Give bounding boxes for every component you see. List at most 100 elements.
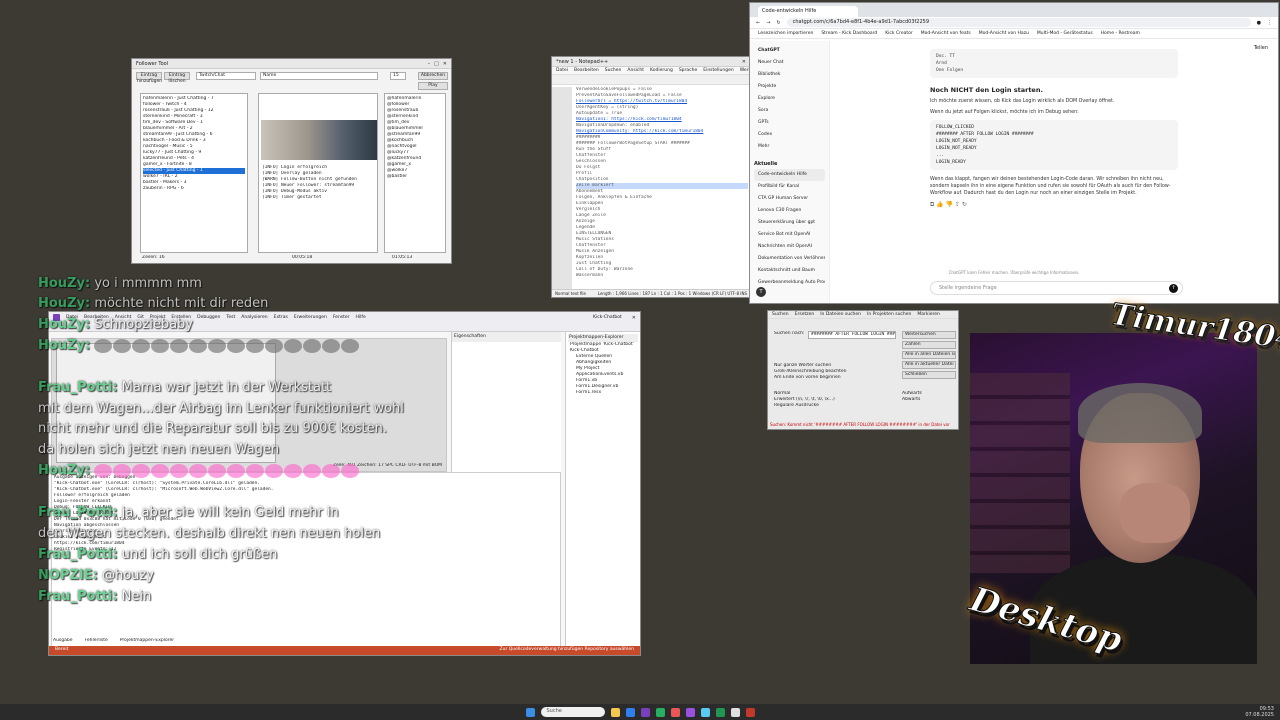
notepad-titlebar[interactable]: *new 1 - Notepad++ ✕ [552,57,750,67]
menu-item[interactable]: Bearbeiten [574,68,599,73]
recent-chat-item[interactable]: Profilbild für Kanal [754,181,825,193]
system-clock[interactable]: 09:53 07.08.2025 [1245,706,1274,718]
url-input[interactable]: chatgpt.com/c/6a7bd4-e8f1-4b4e-a9d1-7abc… [786,18,1251,27]
notepad-window[interactable]: *new 1 - Notepad++ ✕ Datei Bearbeiten Such… [551,56,751,298]
explorer-icon[interactable] [610,707,620,717]
app-icon[interactable] [685,707,695,717]
bookmark-item[interactable]: Multi-Mod - Gerätestatus [1037,31,1093,36]
dialog-button[interactable]: Zählen [902,341,956,349]
channel-input[interactable]: Twitch/Chat [196,72,256,80]
add-entry-button[interactable]: Eintrag hinzufügen [136,72,162,84]
obs-icon[interactable] [670,707,680,717]
dialog-button[interactable]: Weitersuchen [902,331,956,339]
bottom-tab[interactable]: Fehlerliste [85,638,108,644]
browser-tabstrip[interactable]: Code-entwickeln Hilfe [750,3,1278,17]
maximize-icon[interactable]: □ [434,61,439,67]
sidebar-item[interactable]: Neuer Chat [754,57,825,69]
follower-tool-titlebar[interactable]: Follower Tool – □ ✕ [132,59,451,69]
search-input[interactable]: ######## AFTER FOLLOW LOGIN ######## [808,331,896,339]
menu-item[interactable]: Einstellungen [703,68,734,73]
menu-item[interactable]: Hilfe [356,315,366,320]
recent-chat-item[interactable]: Service Bot mit OpenAI [754,229,825,241]
app-icon[interactable] [730,707,740,717]
dialog-button[interactable]: Alle in aktueller Datei suchen [902,361,956,369]
notepad-toolbar[interactable] [552,75,750,85]
browser-window[interactable]: Code-entwickeln Hilfe ← → ↻ chatgpt.com/… [749,2,1279,304]
app-icon[interactable] [715,707,725,717]
direction-radio[interactable]: Abwärts [902,397,952,403]
menu-icon[interactable]: ⋮ [1267,20,1272,26]
app-icon[interactable] [745,707,755,717]
menu-item[interactable]: Suchen [605,68,622,73]
menu-item[interactable]: Extras [274,315,288,320]
bookmark-item[interactable]: Mod-Ansicht von feats [921,31,971,36]
menu-item[interactable]: Erweiterungen [294,315,327,320]
play-button[interactable]: Play [418,82,448,90]
dialog-tab[interactable]: In Projekten suchen [867,312,911,317]
dialog-tab[interactable]: In Dateien suchen [820,312,861,317]
properties-panel[interactable]: Eigenschaften [451,332,561,472]
recent-chat-item[interactable]: Code-entwickeln Hilfe [754,169,825,181]
bottom-tab[interactable]: Projektmappen-Explorer [120,638,174,644]
source-control-status[interactable]: Zur Quellcodeverwaltung hinzufügen Repos… [500,647,634,654]
menu-item[interactable]: Fenster [333,315,350,320]
bookmark-item[interactable]: Kick Creator [885,31,913,36]
sidebar-item[interactable]: Explore [754,93,825,105]
message-actions[interactable]: ⧉ 👍 👎 ⇪ ↻ [930,201,1178,209]
follower-tool-window[interactable]: Follower Tool – □ ✕ Eintrag hinzufügen E… [131,58,452,264]
list-item[interactable]: @bastler [387,174,443,180]
list-item[interactable]: zauberin - RPG - 6 [143,186,245,192]
recent-chat-item[interactable]: Nachrichten mit OpenAI [754,241,825,253]
username-listbox[interactable]: @hafenmalerin @follower @rosenstrauß @stern… [384,93,446,253]
notepad-menubar[interactable]: Datei Bearbeiten Suchen Ansicht Kodierung Spr… [552,67,750,75]
mode-radio[interactable]: Reguläre Ausdrücke [774,403,854,409]
recent-chat-item[interactable]: Steuererklärung über gpt [754,217,825,229]
sidebar-item[interactable]: Sora [754,105,825,117]
menu-item[interactable]: Datei [556,68,568,73]
visual-studio-icon[interactable] [640,707,650,717]
avatar[interactable]: T [756,287,766,297]
recent-chat-item[interactable]: Lenovo C30 Fragen [754,205,825,217]
delete-entry-button[interactable]: Eintrag löschen [164,72,190,84]
close-icon[interactable]: ✕ [443,61,447,67]
recent-chat-item[interactable]: CTA GP Human Server [754,193,825,205]
app-icon[interactable] [700,707,710,717]
follower-listbox[interactable]: hafenmalerin - Just Chatting - 7 follower… [140,93,248,253]
close-icon[interactable]: ✕ [632,315,636,321]
option-checkbox[interactable]: Am Ende von vorne beginnen [774,375,854,381]
bookmark-item[interactable]: Lesezeichen importieren [758,31,813,36]
address-bar-row[interactable]: ← → ↻ chatgpt.com/c/6a7bd4-e8f1-4b4e-a9d… [750,17,1278,29]
editor-text[interactable]: VerwendeCookiePopups = False PreventAutoS… [576,87,748,289]
sidebar-item[interactable]: Projekte [754,81,825,93]
bookmark-item[interactable]: Mod-Ansicht von Hazu [979,31,1029,36]
dialog-button[interactable]: Alle in allen Dateien suchen [902,351,956,359]
menu-item[interactable]: Ansicht [627,68,644,73]
send-button[interactable]: ↑ [1169,284,1178,293]
menu-item[interactable]: Debuggen [197,315,220,320]
dialog-tab[interactable]: Ersetzen [795,312,815,317]
solution-tree-item[interactable]: Form1.resx [568,390,638,396]
menu-item[interactable]: Kodierung [650,68,673,73]
reload-icon[interactable]: ↻ [776,20,780,26]
forward-icon[interactable]: → [766,20,770,26]
bookmark-item[interactable]: Stream - Kick Dashboard [821,31,877,36]
profile-icon[interactable]: ● [1257,20,1261,26]
taskbar-search[interactable]: Suche [540,707,605,717]
close-icon[interactable]: ✕ [742,59,746,65]
taskbar[interactable]: Suche 09:53 07.08.2025 [0,704,1280,720]
notepad-icon[interactable] [655,707,665,717]
name-input[interactable]: Name [260,72,378,80]
recent-chat-item[interactable]: Gewerbeanmeldung Auto Produkte [754,277,825,289]
search-dialog-tabs[interactable]: Suchen Ersetzen In Dateien suchen In Projek… [768,311,958,319]
chatgpt-sidebar[interactable]: ChatGPT Neuer Chat Bibliothek Projekte Expl… [750,41,830,303]
chat-input[interactable]: Stelle irgendeine Frage ↑ [930,281,1183,295]
dialog-tab[interactable]: Markieren [917,312,940,317]
edge-icon[interactable] [625,707,635,717]
sidebar-item[interactable]: Bibliothek [754,69,825,81]
solution-explorer[interactable]: Projektmappen-Explorer Projektmappe 'Kic… [565,332,640,650]
menu-item[interactable]: Analysieren [241,315,267,320]
dialog-button[interactable]: Schließen [902,371,956,379]
search-dialog[interactable]: Suchen Ersetzen In Dateien suchen In Projek… [767,310,959,430]
bookmarks-bar[interactable]: Lesezeichen importieren Stream - Kick Das… [750,29,1278,39]
menu-item[interactable]: Sprache [679,68,697,73]
